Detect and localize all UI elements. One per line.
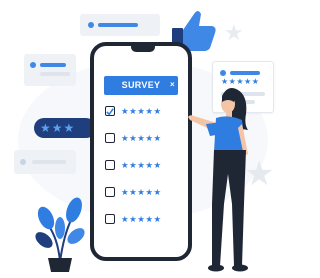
survey-illustration: { "survey": { "title": "SURVEY", "close_…: [0, 0, 289, 273]
row-stars: ★★★★★: [121, 213, 162, 224]
message-bubble-left: [24, 54, 76, 86]
bubble-line: [32, 160, 66, 164]
row-stars: ★★★★★: [121, 132, 162, 143]
checkbox[interactable]: [105, 187, 115, 197]
phone-notch: [131, 45, 155, 52]
survey-row: ★★★★★: [105, 130, 162, 146]
row-stars: ★★★★★: [121, 105, 162, 116]
checkbox[interactable]: [105, 133, 115, 143]
card-line: [230, 71, 260, 75]
bubble-line: [40, 72, 70, 76]
survey-row: ★★★★★: [105, 103, 162, 119]
survey-title: SURVEY: [121, 80, 161, 90]
star-icon: ★: [224, 20, 244, 45]
survey-row: ★★★★★: [105, 184, 162, 200]
bubble-line: [98, 23, 138, 27]
row-stars: ★★★★★: [121, 159, 162, 170]
bubble-dot: [20, 159, 26, 165]
check-icon: [106, 107, 114, 116]
leaf-plant-icon: [34, 192, 86, 272]
rating-bubble-stars: ★★★: [40, 121, 76, 135]
checkbox[interactable]: [105, 160, 115, 170]
bubble-dot: [30, 62, 36, 68]
survey-row: ★★★★★: [105, 157, 162, 173]
row-stars: ★★★★★: [121, 186, 162, 197]
bubble-dot: [88, 22, 94, 28]
message-bubble-left-lower: [14, 150, 76, 174]
woman-figure: [176, 84, 260, 273]
rating-bubble: ★★★: [34, 118, 96, 138]
message-bubble-top: [80, 14, 160, 36]
card-dot: [220, 70, 226, 76]
survey-header: SURVEY ×: [104, 76, 178, 95]
survey-row: ★★★★★: [105, 211, 162, 227]
close-icon[interactable]: ×: [170, 75, 175, 94]
bubble-line: [40, 63, 66, 67]
checkbox-checked[interactable]: [105, 106, 115, 116]
checkbox[interactable]: [105, 214, 115, 224]
